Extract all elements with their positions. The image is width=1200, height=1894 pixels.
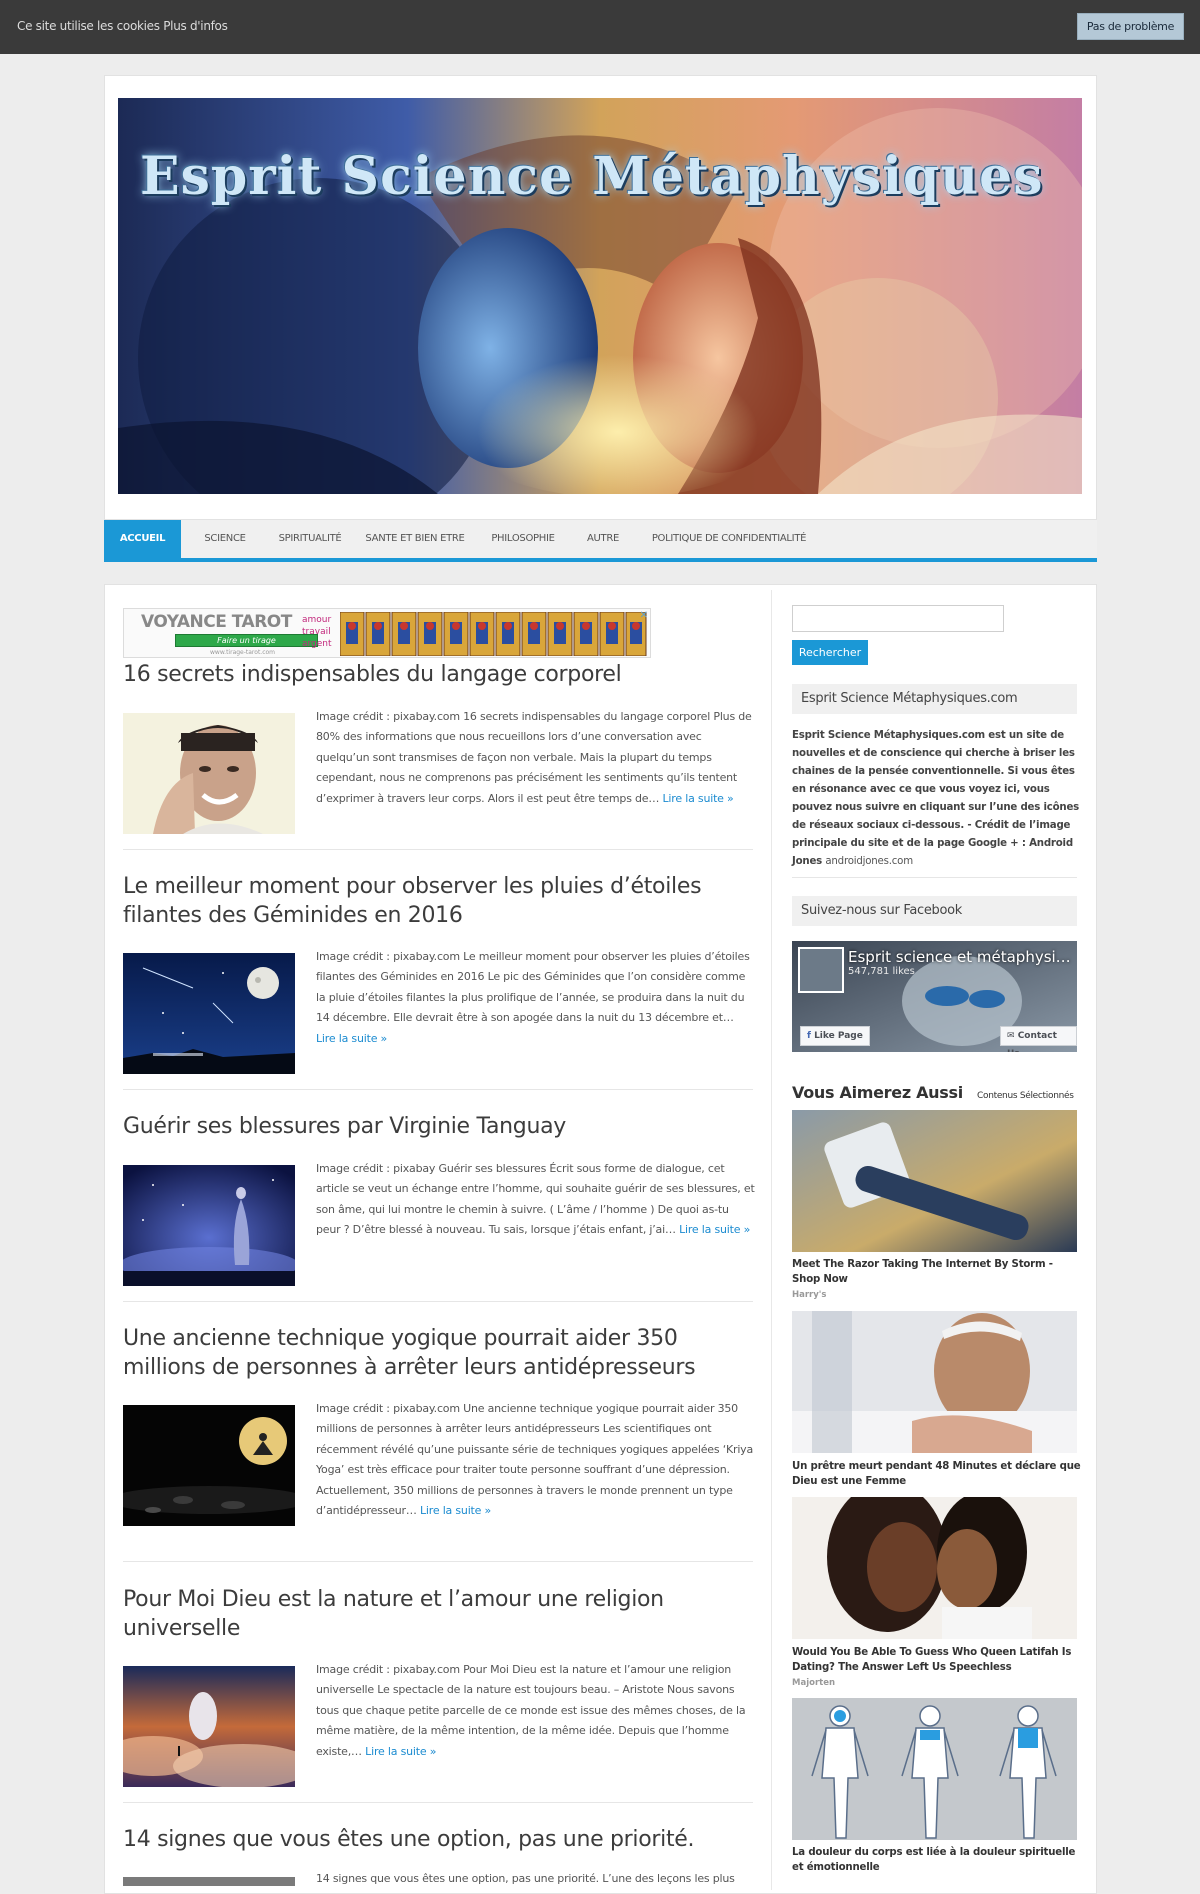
facebook-like-label: Like Page <box>814 1031 863 1041</box>
nav-item-sante[interactable]: SANTE ET BIEN ETRE <box>360 520 470 558</box>
post-divider <box>123 1561 753 1562</box>
nav-item-science[interactable]: SCIENCE <box>190 520 260 558</box>
ad-url: www.tirage-tarot.com <box>210 649 276 656</box>
post-image-man-smiling <box>123 713 295 834</box>
reco-source: Harry's <box>792 1290 827 1300</box>
reco-image[interactable] <box>792 1110 1077 1252</box>
post-image-clouds-sunset <box>123 1666 295 1787</box>
post-excerpt-text: Image crédit : pixabay.com Une ancienne … <box>316 1402 754 1518</box>
facebook-likes-count: 547,781 likes <box>848 966 915 977</box>
reco-image[interactable] <box>792 1698 1077 1840</box>
post-excerpt: Image crédit : pixabay.com Pour Moi Dieu… <box>316 1660 755 1762</box>
post-excerpt: Image crédit : pixabay.com 16 secrets in… <box>316 707 755 809</box>
ad-banner[interactable]: VOYANCE TAROT Faire un tirage www.tirage… <box>123 608 651 658</box>
search-button[interactable]: Rechercher <box>792 640 868 665</box>
post-excerpt: Image crédit : pixabay Guérir ses blessu… <box>316 1159 755 1241</box>
nav-item-politique[interactable]: POLITIQUE DE CONFIDENTIALITÉ <box>640 520 818 558</box>
post-image-night-sky-moon <box>123 953 295 1074</box>
ad-close-icon[interactable]: ✕ <box>640 610 648 621</box>
post-thumbnail[interactable] <box>123 1405 295 1526</box>
facebook-icon: f <box>807 1031 815 1041</box>
tarot-cards-image <box>340 612 647 656</box>
facebook-page-avatar <box>798 947 844 993</box>
post-excerpt-text: Image crédit : pixabay.com Pour Moi Dieu… <box>316 1663 746 1758</box>
reco-source: Majorten <box>792 1678 836 1688</box>
post-thumbnail[interactable] <box>123 1877 295 1886</box>
post-divider <box>123 849 753 850</box>
post-divider <box>123 1802 753 1803</box>
read-more-link[interactable]: Lire la suite » <box>365 1745 436 1758</box>
post-image-partial <box>123 1877 295 1886</box>
nav-item-autre[interactable]: AUTRE <box>576 520 630 558</box>
search-input[interactable] <box>792 605 1004 632</box>
read-more-link[interactable]: Lire la suite » <box>420 1504 491 1517</box>
post-excerpt: 14 signes que vous êtes une option, pas … <box>316 1869 755 1889</box>
post-divider <box>123 1089 753 1090</box>
post-thumbnail[interactable] <box>123 713 295 834</box>
recommendations-subtitle: Contenus Sélectionnés <box>977 1091 1074 1101</box>
header-banner[interactable]: Esprit Science Métaphysiques <box>118 98 1082 494</box>
main-nav: ACCUEIL SCIENCE SPIRITUALITÉ SANTE ET BI… <box>104 520 1097 562</box>
post-excerpt-text: 14 signes que vous êtes une option, pas … <box>316 1872 735 1885</box>
reco-caption[interactable]: Meet The Razor Taking The Internet By St… <box>792 1257 1082 1287</box>
post-title[interactable]: Guérir ses blessures par Virginie Tangua… <box>123 1112 743 1141</box>
post-excerpt-text: Image crédit : pixabay.com 16 secrets in… <box>316 710 752 805</box>
recommendations-title: Vous Aimerez Aussi <box>792 1083 963 1102</box>
facebook-contact-button[interactable]: ✉ Contact Us <box>1000 1026 1077 1052</box>
about-link[interactable]: androidjones.com <box>825 856 913 867</box>
about-text-body: Esprit Science Métaphysiques.com est un … <box>792 730 1080 867</box>
ad-title: VOYANCE TAROT <box>141 612 292 632</box>
read-more-link[interactable]: Lire la suite » <box>662 792 733 805</box>
cookie-text: Ce site utilise les cookies Plus d'infos <box>17 19 228 33</box>
widget-title-facebook: Suivez-nous sur Facebook <box>792 896 1077 926</box>
post-title[interactable]: Une ancienne technique yogique pourrait … <box>123 1324 743 1382</box>
post-thumbnail[interactable] <box>123 953 295 1074</box>
reco-caption[interactable]: La douleur du corps est liée à la douleu… <box>792 1845 1082 1875</box>
ad-button[interactable]: Faire un tirage <box>175 634 318 647</box>
ad-keyword: travail <box>302 627 331 637</box>
reco-image-elderly-man <box>792 1311 1077 1453</box>
post-excerpt-text: Image crédit : pixabay.com Le meilleur m… <box>316 950 750 1025</box>
post-excerpt: Image crédit : pixabay.com Une ancienne … <box>316 1399 755 1521</box>
mail-icon: ✉ <box>1007 1031 1018 1041</box>
post-divider <box>123 1301 753 1302</box>
cookie-bar: Ce site utilise les cookies Plus d'infos… <box>0 0 1200 54</box>
post-title[interactable]: Le meilleur moment pour observer les plu… <box>123 872 743 930</box>
nav-item-spiritualite[interactable]: SPIRITUALITÉ <box>270 520 350 558</box>
nav-item-philosophie[interactable]: PHILOSOPHIE <box>480 520 566 558</box>
reco-caption[interactable]: Would You Be Able To Guess Who Queen Lat… <box>792 1645 1082 1675</box>
post-title[interactable]: 14 signes que vous êtes une option, pas … <box>123 1825 743 1854</box>
reco-image-body-diagram <box>792 1698 1077 1840</box>
about-text: Esprit Science Métaphysiques.com est un … <box>792 727 1082 871</box>
widget-title-about: Esprit Science Métaphysiques.com <box>792 684 1077 714</box>
site-title: Esprit Science Métaphysiques <box>140 146 1044 207</box>
ad-keyword: argent <box>302 639 332 649</box>
ad-keywords: amour travail argent <box>302 614 332 650</box>
cookie-accept-button[interactable]: Pas de problème <box>1077 13 1184 40</box>
widget-divider <box>792 877 1077 878</box>
reco-image[interactable] <box>792 1311 1077 1453</box>
reco-image[interactable] <box>792 1497 1077 1639</box>
read-more-link[interactable]: Lire la suite » <box>316 1032 387 1045</box>
post-excerpt: Image crédit : pixabay.com Le meilleur m… <box>316 947 755 1049</box>
reco-caption[interactable]: Un prêtre meurt pendant 48 Minutes et dé… <box>792 1459 1082 1489</box>
post-thumbnail[interactable] <box>123 1165 295 1286</box>
post-image-woman-night <box>123 1165 295 1286</box>
facebook-like-button[interactable]: f Like Page <box>800 1026 870 1046</box>
reco-image-couple-kiss <box>792 1497 1077 1639</box>
facebook-page-widget[interactable]: Esprit science et métaphysi… 547,781 lik… <box>792 941 1077 1052</box>
column-divider <box>771 590 772 1890</box>
reco-image-razor <box>792 1110 1077 1252</box>
post-title[interactable]: 16 secrets indispensables du langage cor… <box>123 660 743 689</box>
ad-keyword: amour <box>302 615 332 625</box>
post-title[interactable]: Pour Moi Dieu est la nature et l’amour u… <box>123 1585 743 1643</box>
facebook-page-name[interactable]: Esprit science et métaphysi… <box>848 948 1071 966</box>
read-more-link[interactable]: Lire la suite » <box>679 1223 750 1236</box>
post-image-yoga-moon <box>123 1405 295 1526</box>
post-thumbnail[interactable] <box>123 1666 295 1787</box>
nav-item-accueil[interactable]: ACCUEIL <box>104 520 181 558</box>
